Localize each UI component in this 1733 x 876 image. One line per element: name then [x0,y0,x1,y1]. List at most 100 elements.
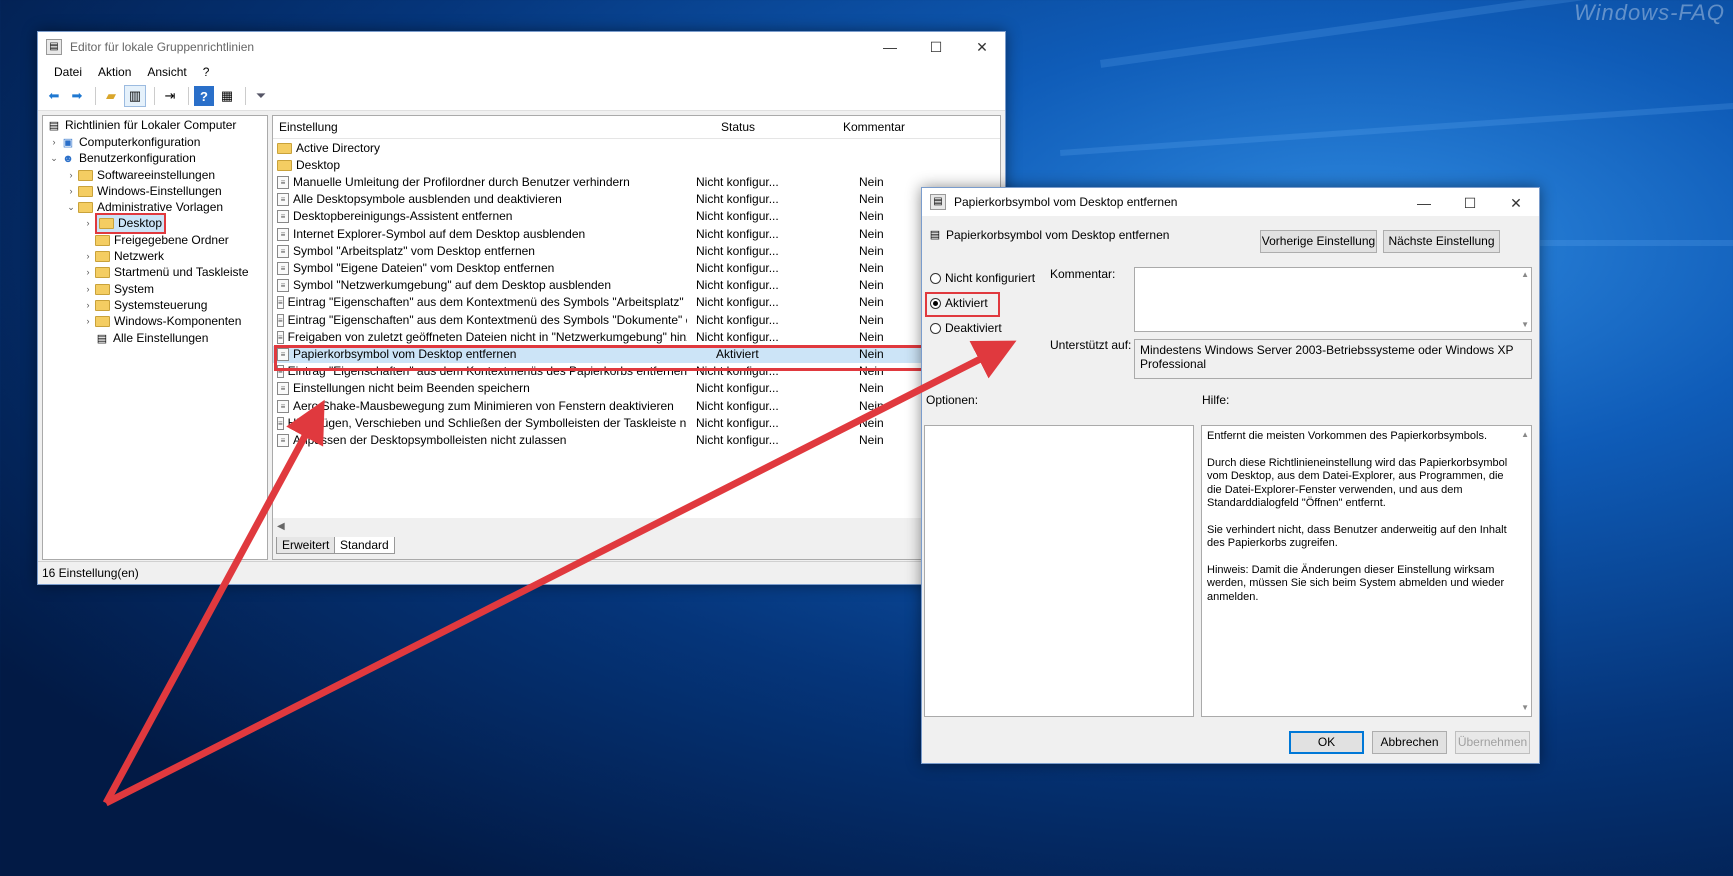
table-row[interactable]: ≡ Eintrag "Eigenschaften" aus dem Kontext… [273,294,1000,311]
scroll-down-icon[interactable]: ▼ [1521,701,1529,715]
tree-item-shared-folders[interactable]: Freigegebene Ordner [81,232,229,249]
list-folder-row[interactable]: Desktop [273,157,1000,174]
chevron-right-icon[interactable]: › [47,134,61,151]
table-row[interactable]: ≡ Eintrag "Eigenschaften" aus dem Kontext… [273,312,1000,329]
tree-item-root[interactable]: ▤ Richtlinien für Lokaler Computer [47,117,237,134]
tab-extended[interactable]: Erweitert [276,537,336,554]
chevron-right-icon[interactable]: › [81,313,95,330]
properties-icon[interactable]: ▦ [217,86,237,106]
chevron-right-icon[interactable]: › [64,167,78,184]
tree-item-computer-config[interactable]: › ▣ Computerkonfiguration [47,134,201,151]
tree-item-control-panel[interactable]: › Systemsteuerung [81,297,208,314]
chevron-down-icon[interactable]: ⌄ [64,199,78,216]
comment-field[interactable]: ▲ ▼ [1134,267,1532,332]
chevron-right-icon[interactable]: › [81,248,95,265]
tree-item-software-settings[interactable]: › Softwareeinstellungen [64,167,216,184]
apply-button[interactable]: Übernehmen [1455,731,1530,754]
close-button[interactable]: ✕ [1493,188,1539,218]
close-button[interactable]: ✕ [959,32,1005,62]
options-panel [924,425,1194,717]
toolbar: ⬅ ➡ ▰ ▥ ⇥ ? ▦ ⏷ [38,82,1005,111]
tree-item-windows-components[interactable]: › Windows-Komponenten [81,313,242,330]
radio-not-configured[interactable]: Nicht konfiguriert [930,271,1035,285]
folder-icon [277,160,292,171]
ok-button[interactable]: OK [1289,731,1364,754]
tree-item-windows-settings[interactable]: › Windows-Einstellungen [64,183,222,200]
setting-status: Nicht konfigur... [696,278,779,293]
table-row[interactable]: ≡ Symbol "Arbeitsplatz" vom Desktop entfe… [273,243,1000,260]
chevron-right-icon[interactable]: › [81,281,95,298]
menu-ansicht[interactable]: Ansicht [139,65,194,79]
menu-aktion[interactable]: Aktion [90,65,139,79]
folder-up-icon[interactable]: ▰ [101,86,121,106]
tree-item-system[interactable]: › System [81,281,155,298]
tab-standard[interactable]: Standard [334,537,395,554]
table-row[interactable]: ≡ Anpassen der Desktopsymbolleisten nicht… [273,432,1000,449]
chevron-right-icon[interactable]: › [81,215,95,232]
table-row[interactable]: ≡ Einstellungen nicht beim Beenden speich… [273,380,1000,397]
setting-name: Anpassen der Desktopsymbolleisten nicht … [293,433,567,447]
setting-status: Nicht konfigur... [696,209,779,224]
highlight-annotation [274,345,999,371]
folder-name: Active Directory [296,141,381,155]
tree-item-all-settings[interactable]: ▤ Alle Einstellungen [81,330,209,347]
radio-circle[interactable] [930,272,941,284]
tree-item-start-menu[interactable]: › Startmenü und Taskleiste [81,264,249,281]
menu-help[interactable]: ? [195,65,218,79]
setting-name: Einstellungen nicht beim Beenden speiche… [293,381,530,396]
table-row[interactable]: ≡ Internet Explorer-Symbol auf dem Deskto… [273,226,1000,243]
policy-setting-icon: ≡ [277,382,289,396]
horizontal-scrollbar[interactable]: ◀ ▶ [273,518,1000,535]
maximize-button[interactable]: ☐ [913,32,959,62]
cancel-button[interactable]: Abbrechen [1372,731,1447,754]
radio-disabled[interactable]: Deaktiviert [930,321,1002,335]
table-row[interactable]: ≡ Aero Shake-Mausbewegung zum Minimieren … [273,398,1000,415]
column-header-setting[interactable]: Einstellung [279,120,338,134]
scroll-down-icon[interactable]: ▼ [1521,320,1529,329]
tree-label: Softwareeinstellungen [97,168,216,182]
maximize-button[interactable]: ☐ [1447,188,1493,218]
scroll-left-icon[interactable]: ◀ [277,518,285,535]
show-tree-icon[interactable]: ▥ [124,85,146,107]
help-text-panel[interactable]: Entfernt die meisten Vorkommen des Papie… [1201,425,1532,717]
export-list-icon[interactable]: ⇥ [160,86,180,106]
menu-datei[interactable]: Datei [46,65,90,79]
scroll-up-icon[interactable]: ▲ [1521,428,1529,442]
highlight-annotation [925,292,1000,317]
policy-setting-icon: ≡ [277,210,289,224]
list-folder-row[interactable]: Active Directory [273,140,1000,157]
forward-arrow-icon[interactable]: ➡ [67,86,87,106]
table-row[interactable]: ≡ Desktopbereinigungs-Assistent entfernen… [273,208,1000,225]
table-row[interactable]: ≡ Freigaben von zuletzt geöffneten Dateie… [273,329,1000,346]
tree-item-network[interactable]: › Netzwerk [81,248,165,265]
setting-name: Manuelle Umleitung der Profilordner durc… [293,175,630,189]
next-setting-button[interactable]: Nächste Einstellung [1383,230,1500,253]
tree-item-user-config[interactable]: ⌄ ☻ Benutzerkonfiguration [47,150,196,167]
radio-circle[interactable] [930,322,941,334]
minimize-button[interactable]: — [1401,188,1447,218]
policy-icon: ▤ [929,229,941,241]
computer-icon: ▣ [62,136,74,149]
chevron-right-icon[interactable]: › [81,264,95,281]
table-row[interactable]: ≡ Alle Desktopsymbole ausblenden und deak… [273,191,1000,208]
column-header-status[interactable]: Status [721,120,755,134]
chevron-right-icon[interactable]: › [64,183,78,200]
back-arrow-icon[interactable]: ⬅ [44,86,64,106]
table-row[interactable]: ≡ Symbol "Netzwerkumgebung" auf dem Deskt… [273,277,1000,294]
help-icon[interactable]: ? [194,86,214,106]
minimize-button[interactable]: — [867,32,913,62]
table-row[interactable]: ≡ Symbol "Eigene Dateien" vom Desktop ent… [273,260,1000,277]
light-beam [1060,96,1733,156]
settings-list: Einstellung Status Kommentar Active Dire… [272,115,1001,560]
scroll-up-icon[interactable]: ▲ [1521,270,1529,279]
tree-item-desktop[interactable]: › Desktop [81,213,167,234]
folder-icon [95,300,110,311]
filter-icon[interactable]: ⏷ [251,86,271,106]
chevron-down-icon[interactable]: ⌄ [47,150,61,167]
previous-setting-button[interactable]: Vorherige Einstellung [1260,230,1377,253]
chevron-right-icon[interactable]: › [81,297,95,314]
table-row[interactable]: ≡ Manuelle Umleitung der Profilordner dur… [273,174,1000,191]
column-header-comment[interactable]: Kommentar [843,120,905,134]
table-row[interactable]: ≡ Hinzufügen, Verschieben und Schließen d… [273,415,1000,432]
setting-comment: Nein [859,261,884,275]
